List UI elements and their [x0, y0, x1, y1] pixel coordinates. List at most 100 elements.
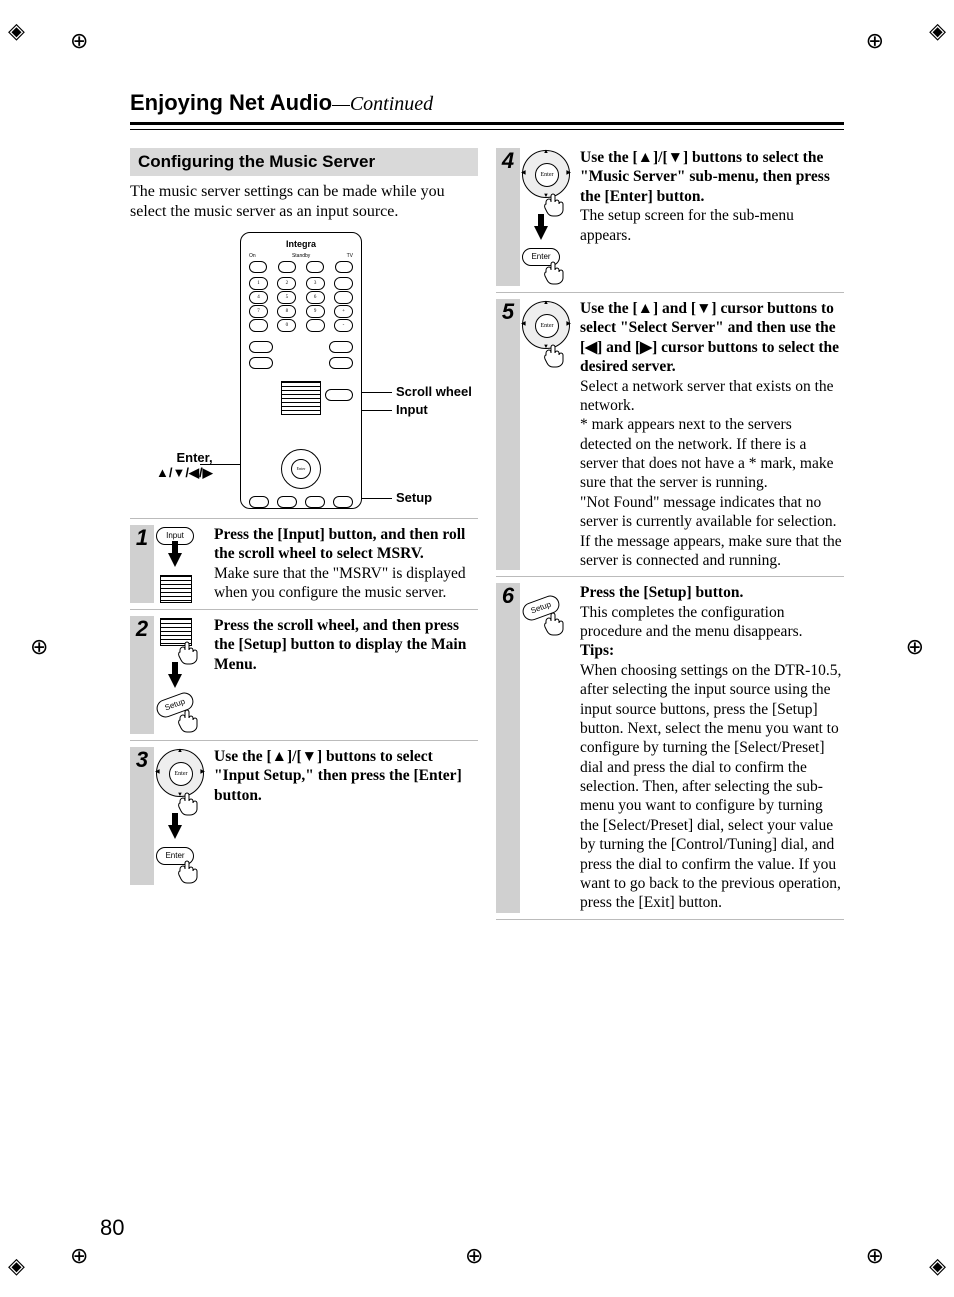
step-icon-cell: Input: [154, 525, 212, 603]
right-small-button: [329, 357, 353, 369]
tv-button: [306, 261, 324, 273]
reg-mark-icon: ◈: [8, 1255, 25, 1277]
step-bold: Press the [Input] button, and then roll …: [214, 526, 465, 562]
reg-mark-icon: ◈: [929, 1255, 946, 1277]
step-text: Press the scroll wheel, and then press t…: [212, 616, 478, 734]
callout-arrows: ▲/▼/◀/▶: [156, 465, 213, 480]
down-arrow-icon: [168, 553, 182, 567]
num-5: 5: [277, 291, 296, 304]
header-title-text: Enjoying Net Audio: [130, 90, 332, 115]
step-text: Press the [Input] button, and then roll …: [212, 525, 478, 603]
hand-press-icon: [540, 339, 574, 369]
step-icon-cell: ▲ ▼ ◀ ▶ Enter: [520, 299, 578, 570]
on-label: On: [249, 253, 256, 259]
hand-press-icon: [174, 855, 208, 885]
step-text: Use the [▲]/[▼] buttons to select the "M…: [578, 148, 844, 286]
reg-mark-icon: ⊕: [465, 1245, 483, 1267]
step-icon-cell: ▲ ▼ ◀ ▶ Enter Enter: [154, 747, 212, 885]
remote-brand: Integra: [241, 239, 361, 249]
enter-button: Enter: [291, 459, 311, 479]
custom-button: [249, 341, 273, 353]
down-arrow-icon: [168, 674, 182, 688]
bottom-btn-4: [333, 496, 353, 508]
callout-line: [362, 498, 392, 499]
down-arrow-icon: [168, 825, 182, 839]
power-on-button: [249, 261, 267, 273]
setup-button: [277, 496, 297, 508]
input-button: [325, 389, 353, 401]
reg-mark-icon: ◈: [8, 20, 25, 42]
intro-text: The music server settings can be made wh…: [130, 182, 478, 222]
step-4: 4 ▲ ▼ ◀ ▶ Enter Enter: [496, 148, 844, 286]
callout-enter: Enter, ▲/▼/◀/▶: [156, 450, 213, 481]
reg-mark-icon: ⊕: [866, 1245, 884, 1267]
step-body: The setup screen for the sub-menu appear…: [580, 207, 794, 243]
section-heading: Configuring the Music Server: [130, 148, 478, 176]
step-2: 2 Setup Press the scroll wheel, and then…: [130, 609, 478, 734]
enter-icon: Enter: [169, 762, 193, 786]
header-continued: —Continued: [332, 93, 433, 115]
num-minus: -: [334, 319, 353, 332]
step-body: Select a network server that exists on t…: [580, 378, 842, 569]
content-columns: Configuring the Music Server The music s…: [130, 148, 844, 926]
step-body: Make sure that the "MSRV" is displayed w…: [214, 565, 466, 601]
hand-press-icon: [540, 607, 574, 637]
step-bold: Use the [▲]/[▼] buttons to select the "M…: [580, 149, 830, 205]
callout-setup: Setup: [396, 490, 432, 505]
scroll-wheel-icon: [160, 575, 192, 603]
standby-button: [278, 261, 296, 273]
num-3: 3: [306, 277, 325, 290]
step-icon-cell: Setup: [520, 583, 578, 912]
tips-body: When choosing settings on the DTR-10.5, …: [580, 662, 841, 912]
left-column: Configuring the Music Server The music s…: [130, 148, 478, 926]
step-bold: Use the [▲]/[▼] buttons to select "Input…: [214, 748, 462, 804]
step-icon-cell: Setup: [154, 616, 212, 734]
enter-icon: Enter: [535, 314, 559, 338]
remote-outline: Integra On Standby TV 1 2: [240, 232, 362, 509]
manual-page: ◈ ⊕ ◈ ⊕ ⊕ ⊕ ◈ ⊕ ⊕ ◈ ⊕ Enjoying Net Audio…: [0, 0, 954, 1297]
step-bold: Press the [Setup] button.: [580, 584, 743, 601]
step-6: 6 Setup Press the [Setup] button. This c…: [496, 576, 844, 919]
right-column: 4 ▲ ▼ ◀ ▶ Enter Enter: [496, 148, 844, 926]
step-1: 1 Input Press the [Input] button, and th…: [130, 518, 478, 603]
header-rule: [130, 122, 844, 130]
num-4: 4: [249, 291, 268, 304]
step-icon-cell: ▲ ▼ ◀ ▶ Enter Enter: [520, 148, 578, 286]
step-number: 4: [496, 148, 520, 286]
step-3: 3 ▲ ▼ ◀ ▶ Enter Enter: [130, 740, 478, 885]
step-text: Use the [▲]/[▼] buttons to select "Input…: [212, 747, 478, 885]
step-number: 2: [130, 616, 154, 734]
hand-press-icon: [174, 636, 208, 666]
num-plus: +: [334, 305, 353, 318]
enter-icon: Enter: [535, 163, 559, 187]
step-text: Use the [▲] and [▼] cursor buttons to se…: [578, 299, 844, 570]
tv-label: TV: [347, 253, 353, 259]
dpad: Enter: [267, 445, 333, 493]
down-arrow-icon: [534, 226, 548, 240]
hand-press-icon: [540, 188, 574, 218]
step-number: 3: [130, 747, 154, 885]
step-text: Press the [Setup] button. This completes…: [578, 583, 844, 912]
num-10: [249, 319, 268, 332]
num-ext3: [306, 319, 325, 332]
callout-input: Input: [396, 402, 428, 417]
num-0: 0: [277, 319, 296, 332]
step-bold: Use the [▲] and [▼] cursor buttons to se…: [580, 300, 839, 375]
page-number: 80: [100, 1215, 124, 1241]
step-number: 6: [496, 583, 520, 912]
bottom-btn-3: [305, 496, 325, 508]
reg-mark-icon: ⊕: [70, 1245, 88, 1267]
mode-button: [329, 341, 353, 353]
tv2-button: [335, 261, 353, 273]
num-ext: [334, 277, 353, 290]
hand-press-icon: [174, 704, 208, 734]
step-number: 5: [496, 299, 520, 570]
standby-label: Standby: [292, 253, 310, 259]
num-ext2: [334, 291, 353, 304]
hand-press-icon: [174, 787, 208, 817]
num-1: 1: [249, 277, 268, 290]
step-5: 5 ▲ ▼ ◀ ▶ Enter Use the [▲] and [▼] curs…: [496, 292, 844, 570]
callout-line: [362, 410, 392, 411]
num-7: 7: [249, 305, 268, 318]
callout-enter-text: Enter,: [176, 450, 212, 465]
